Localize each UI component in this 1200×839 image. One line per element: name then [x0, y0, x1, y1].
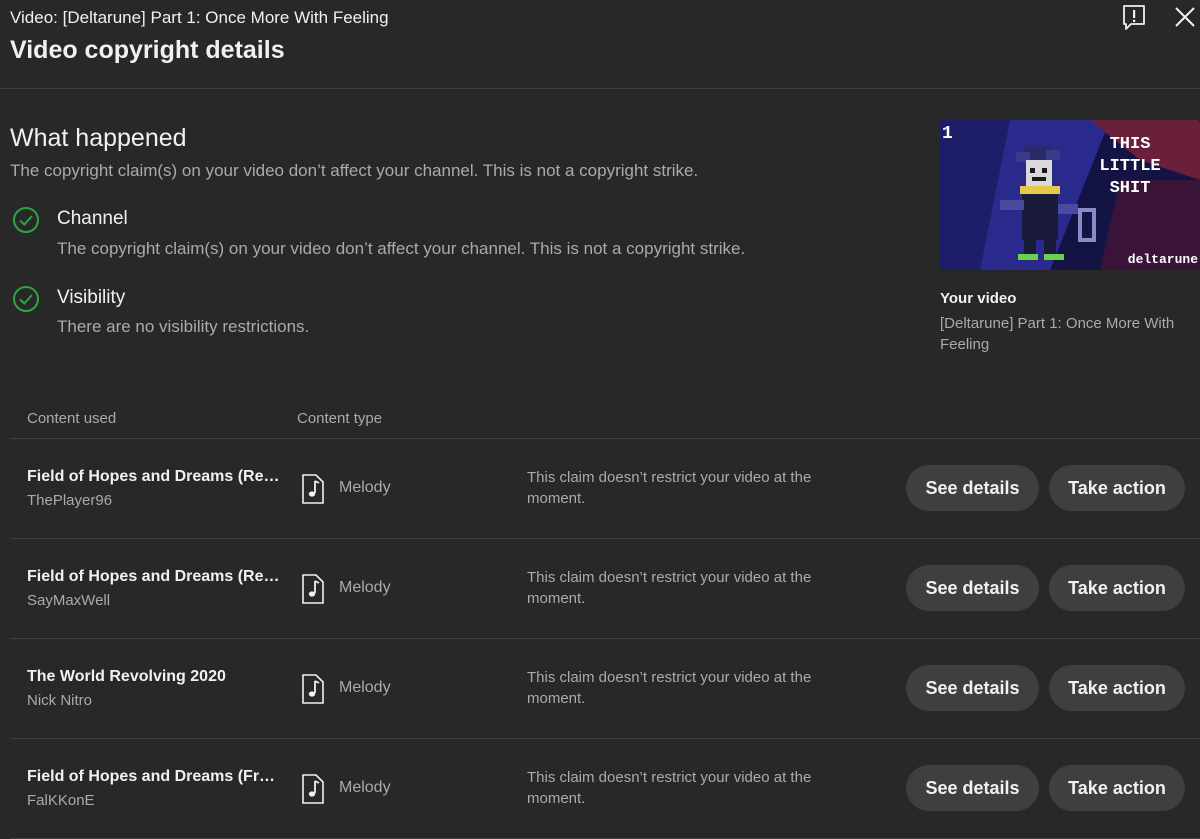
- what-happened-heading: What happened: [10, 124, 187, 152]
- close-icon[interactable]: [1172, 4, 1198, 30]
- content-type-label: Melody: [339, 579, 391, 596]
- content-artist: SayMaxWell: [27, 592, 111, 609]
- content-artist: ThePlayer96: [27, 492, 113, 509]
- claim-status-text: This claim doesn’t restrict your video a…: [527, 769, 812, 807]
- table-row: Field of Hopes and Dreams (Re… ThePlayer…: [0, 439, 1200, 539]
- content-title[interactable]: Field of Hopes and Dreams (Re…: [27, 568, 282, 586]
- content-type-label: Melody: [339, 679, 391, 696]
- content-title[interactable]: The World Revolving 2020: [27, 668, 282, 686]
- take-action-button[interactable]: Take action: [1049, 665, 1185, 711]
- content-type-label: Melody: [339, 779, 391, 796]
- content-artist: FalKKonE: [27, 792, 95, 809]
- claim-status-text: This claim doesn’t restrict your video a…: [527, 669, 812, 707]
- table-row: Field of Hopes and Dreams (Re… SayMaxWel…: [0, 539, 1200, 639]
- content-type-label: Melody: [339, 479, 391, 496]
- music-note-icon: [301, 474, 325, 504]
- your-video-label: Your video: [940, 290, 1017, 307]
- check-circle-icon: [12, 285, 40, 313]
- thumbnail-text-line: LITTLE: [1099, 157, 1160, 176]
- video-name-line: Video: [Deltarune] Part 1: Once More Wit…: [10, 8, 389, 27]
- thumbnail-text-line: THIS: [1110, 135, 1151, 154]
- music-note-icon: [301, 774, 325, 804]
- claim-status-text: This claim doesn’t restrict your video a…: [527, 569, 812, 607]
- take-action-button[interactable]: Take action: [1049, 465, 1185, 511]
- report-feedback-icon[interactable]: [1122, 4, 1146, 32]
- claim-status-text: This claim doesn’t restrict your video a…: [527, 469, 812, 507]
- what-happened-summary: The copyright claim(s) on your video don…: [10, 161, 699, 180]
- thumbnail-logo: deltarune: [1128, 252, 1198, 267]
- content-title[interactable]: Field of Hopes and Dreams (Re…: [27, 468, 282, 486]
- content-artist: Nick Nitro: [27, 692, 93, 709]
- check-circle-icon: [12, 206, 40, 234]
- take-action-button[interactable]: Take action: [1049, 765, 1185, 811]
- content-title[interactable]: Field of Hopes and Dreams (Fro…: [27, 768, 282, 786]
- visibility-status-title: Visibility: [57, 287, 126, 308]
- see-details-button[interactable]: See details: [906, 665, 1039, 711]
- take-action-button[interactable]: Take action: [1049, 565, 1185, 611]
- music-note-icon: [301, 574, 325, 604]
- column-header-content-used: Content used: [27, 410, 117, 427]
- column-header-content-type: Content type: [297, 410, 383, 427]
- dialog-title: Video copyright details: [10, 36, 285, 64]
- dialog-header: Video: [Deltarune] Part 1: Once More Wit…: [0, 0, 1200, 89]
- music-note-icon: [301, 674, 325, 704]
- table-row: The World Revolving 2020 Nick Nitro Melo…: [0, 639, 1200, 739]
- see-details-button[interactable]: See details: [906, 565, 1039, 611]
- table-row: Field of Hopes and Dreams (Fro… FalKKonE…: [0, 739, 1200, 839]
- channel-status-description: The copyright claim(s) on your video don…: [57, 239, 746, 258]
- thumbnail-text-line: SHIT: [1110, 179, 1151, 198]
- see-details-button[interactable]: See details: [906, 465, 1039, 511]
- your-video-title[interactable]: [Deltarune] Part 1: Once More With Feeli…: [940, 313, 1195, 355]
- visibility-status-description: There are no visibility restrictions.: [57, 317, 310, 336]
- thumbnail-badge: 1: [942, 124, 953, 144]
- video-thumbnail[interactable]: 1 THIS LITTLE SHIT deltarune: [940, 120, 1200, 270]
- channel-status-title: Channel: [57, 208, 128, 229]
- see-details-button[interactable]: See details: [906, 765, 1039, 811]
